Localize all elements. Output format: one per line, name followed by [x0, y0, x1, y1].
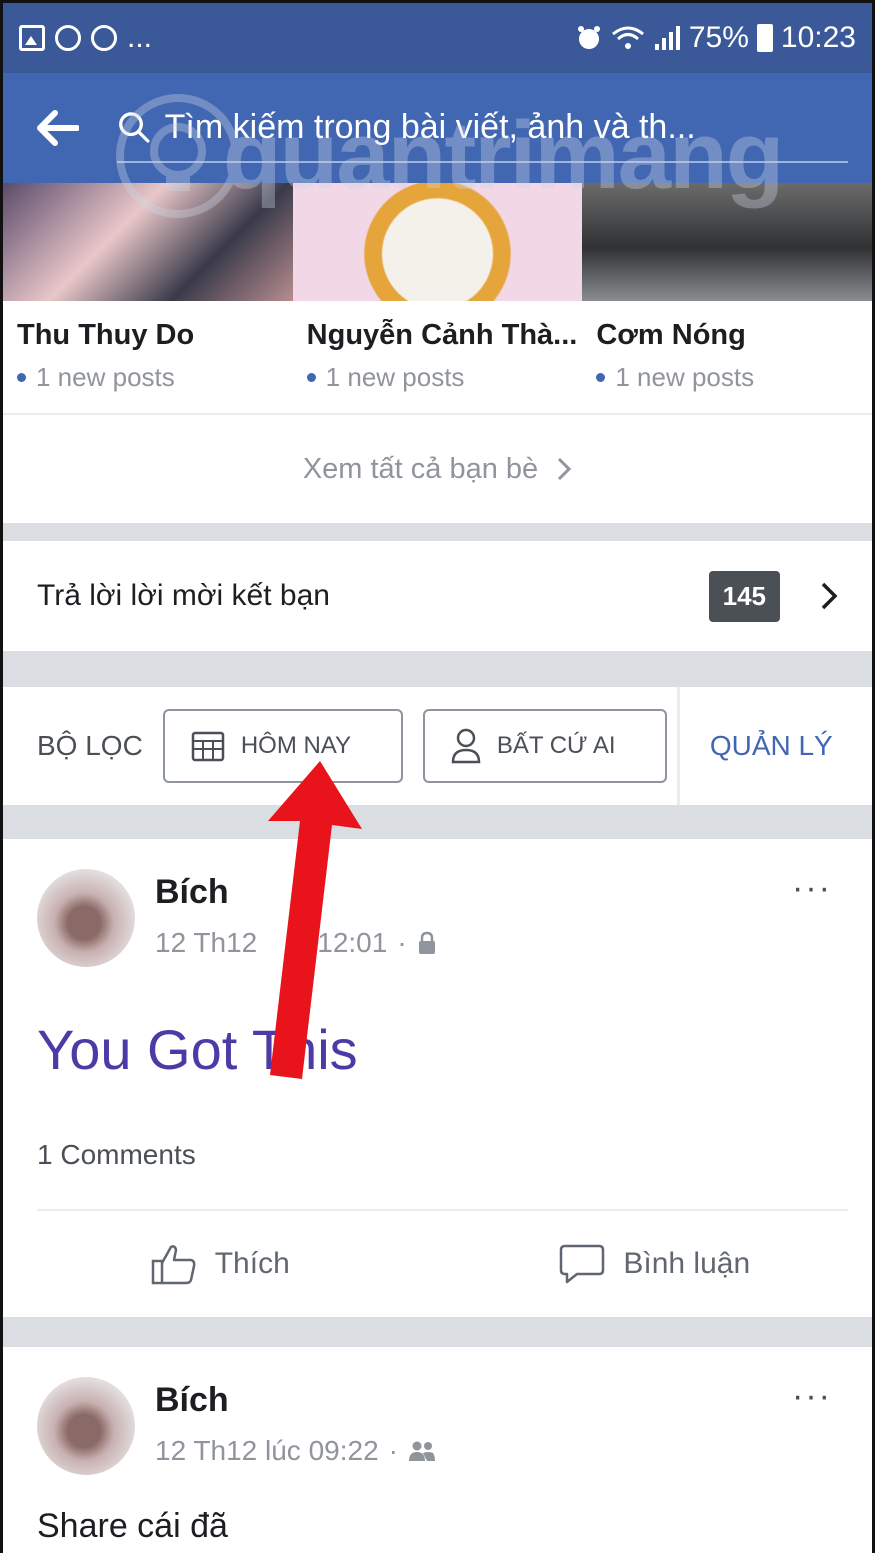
- friend-photo: [3, 183, 293, 301]
- post-author[interactable]: Bích: [155, 873, 229, 912]
- filter-divider: [676, 687, 680, 805]
- chevron-right-icon: [558, 457, 572, 481]
- clock: 10:23: [780, 21, 856, 54]
- person-icon: [451, 728, 481, 764]
- friend-photo: [292, 183, 583, 301]
- friend-name: Cơm Nóng: [596, 319, 746, 351]
- filter-people-label: BẤT CỨ AI: [496, 732, 616, 759]
- unread-dot-icon: [306, 373, 316, 382]
- search-icon: [119, 112, 150, 143]
- see-all-friends-link[interactable]: Xem tất cả bạn bè: [3, 413, 872, 523]
- comments-count[interactable]: 1 Comments: [37, 1139, 196, 1171]
- friend-requests-label: Trả lời lời mời kết bạn: [37, 579, 330, 612]
- comment-button[interactable]: Bình luận: [438, 1211, 873, 1317]
- filter-people-chip[interactable]: BẤT CỨ AI: [422, 709, 667, 783]
- thumbs-up-icon: [151, 1245, 196, 1285]
- friends-carousel: Thu Thuy Do 1 new posts Nguyễn Cảnh Thà.…: [3, 183, 872, 413]
- more-notifications: ...: [127, 21, 153, 54]
- friend-card[interactable]: Thu Thuy Do 1 new posts: [3, 183, 293, 413]
- viber-icon: [91, 25, 117, 51]
- new-posts-label: 1 new posts: [615, 362, 755, 392]
- lock-icon: [418, 931, 435, 954]
- post-text: Share cái đã: [37, 1507, 228, 1545]
- comment-bubble-icon: [560, 1244, 605, 1284]
- friends-icon: [409, 1441, 435, 1461]
- status-left: ...: [19, 21, 152, 55]
- unread-dot-icon: [17, 373, 26, 382]
- friend-card[interactable]: Cơm Nóng 1 new posts: [582, 183, 872, 413]
- post-time: 12 Th12 lúc 09:22: [155, 1435, 379, 1466]
- phone-screen: ... 75% 10:23 quantrimang Thu Thuy Do 1 …: [0, 0, 875, 1553]
- unread-dot-icon: [596, 373, 606, 382]
- friend-card[interactable]: Nguyễn Cảnh Thà... 1 new posts: [292, 183, 583, 413]
- meta-separator: ·: [388, 1435, 398, 1466]
- signal-icon: [654, 26, 680, 50]
- alarm-icon: [577, 26, 600, 49]
- settings-icon: [55, 25, 81, 51]
- post-date: 12 Th12: [155, 927, 258, 958]
- new-posts-label: 1 new posts: [325, 362, 465, 392]
- section-divider: [3, 1317, 872, 1347]
- filter-label: BỘ LỌC: [37, 730, 143, 761]
- section-divider: [3, 651, 872, 687]
- post-actions: Thích Bình luận: [3, 1211, 872, 1317]
- back-arrow-icon: [37, 110, 79, 146]
- back-button[interactable]: [27, 98, 87, 158]
- status-bar: ... 75% 10:23: [3, 3, 872, 73]
- friend-name: Nguyễn Cảnh Thà...: [306, 319, 578, 351]
- chevron-right-icon: [821, 582, 838, 610]
- manage-button[interactable]: QUẢN LÝ: [710, 730, 833, 762]
- see-all-label: Xem tất cả bạn bè: [302, 452, 539, 485]
- friend-new-posts: 1 new posts: [306, 362, 583, 393]
- post-meta: 12 Th12 lúc 09:22 ·: [155, 1435, 436, 1467]
- gallery-icon: [19, 25, 45, 51]
- friend-photo: [582, 183, 872, 301]
- friend-new-posts: 1 new posts: [596, 362, 872, 393]
- friend-requests-row[interactable]: Trả lời lời mời kết bạn 145: [3, 541, 872, 651]
- search-box: [117, 93, 848, 163]
- filter-bar: BỘ LỌC HÔM NAY BẤT CỨ AI QUẢN LÝ: [3, 687, 872, 805]
- search-input[interactable]: [164, 107, 848, 147]
- friend-name: Thu Thuy Do: [17, 319, 195, 351]
- calendar-icon: [191, 731, 225, 762]
- post-author[interactable]: Bích: [155, 1381, 229, 1420]
- avatar[interactable]: [37, 869, 135, 967]
- status-right: 75% 10:23: [575, 21, 856, 55]
- like-button[interactable]: Thích: [3, 1211, 438, 1317]
- friend-new-posts: 1 new posts: [17, 362, 293, 393]
- more-options-button[interactable]: ···: [792, 1377, 832, 1416]
- section-divider: [3, 805, 872, 839]
- more-options-button[interactable]: ···: [792, 869, 832, 908]
- red-arrow-annotation: [268, 761, 362, 1079]
- search-header: [3, 73, 872, 183]
- battery-icon: [756, 24, 773, 52]
- comment-label: Bình luận: [623, 1247, 751, 1280]
- new-posts-label: 1 new posts: [36, 362, 175, 392]
- post-card: Bích 12 Th12 lúc 09:22 · ··· Share cái đ…: [3, 1347, 872, 1553]
- meta-separator: ·: [397, 927, 407, 958]
- requests-count-badge: 145: [708, 570, 780, 622]
- avatar[interactable]: [37, 1377, 135, 1475]
- filter-date-label: HÔM NAY: [240, 732, 352, 759]
- like-label: Thích: [214, 1247, 290, 1280]
- battery-percent: 75%: [688, 21, 749, 54]
- post-card: Bích 12 Th12 12:01 · ··· You Got This 1 …: [3, 839, 872, 1317]
- section-divider: [3, 523, 872, 541]
- wifi-icon: [611, 26, 644, 49]
